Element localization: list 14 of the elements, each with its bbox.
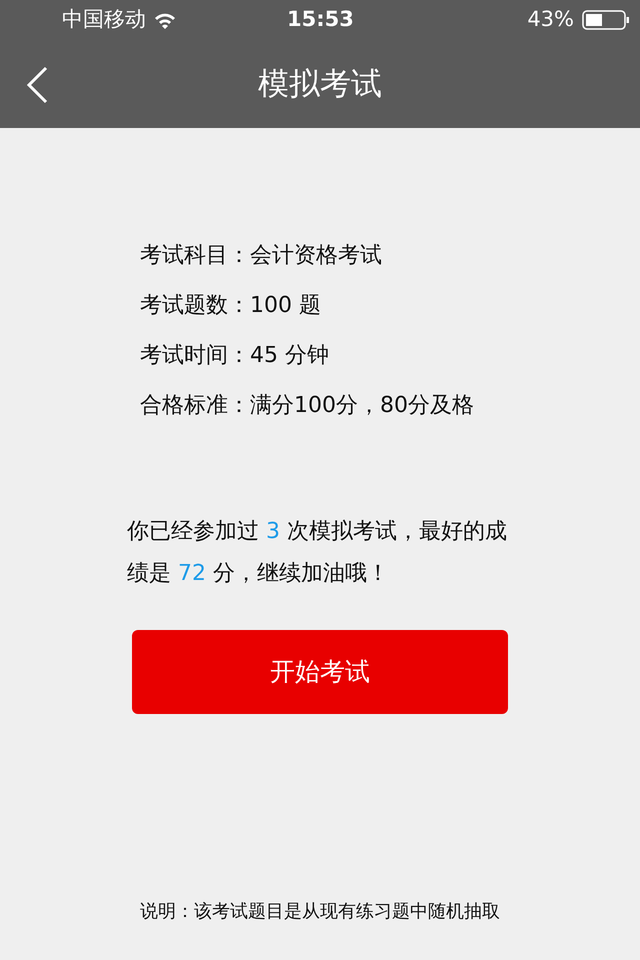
battery-percent: 43% bbox=[527, 6, 574, 34]
exam-summary-text: 你已经参加过 3 次模拟考试，最好的成绩是 72 分，继续加油哦！ bbox=[127, 518, 508, 588]
start-exam-button[interactable]: 开始考试 bbox=[132, 630, 508, 714]
page-title: 模拟考试 bbox=[258, 64, 382, 104]
exam-info-line: 合格标准：满分100分，80分及格 bbox=[140, 392, 474, 420]
back-button[interactable] bbox=[26, 66, 48, 104]
carrier-name: 中国移动 bbox=[62, 6, 146, 34]
exam-info-line: 考试科目：会计资格考试 bbox=[140, 242, 382, 270]
clock-time: 15:53 bbox=[287, 6, 354, 34]
note-text: 说明：该考试题目是从现有练习题中随机抽取 bbox=[139, 900, 501, 924]
wifi-icon bbox=[154, 12, 176, 28]
exam-info-line: 考试时间：45 分钟 bbox=[140, 342, 329, 370]
battery-icon bbox=[582, 10, 630, 30]
exam-info-line: 考试题数：100 题 bbox=[140, 292, 321, 320]
